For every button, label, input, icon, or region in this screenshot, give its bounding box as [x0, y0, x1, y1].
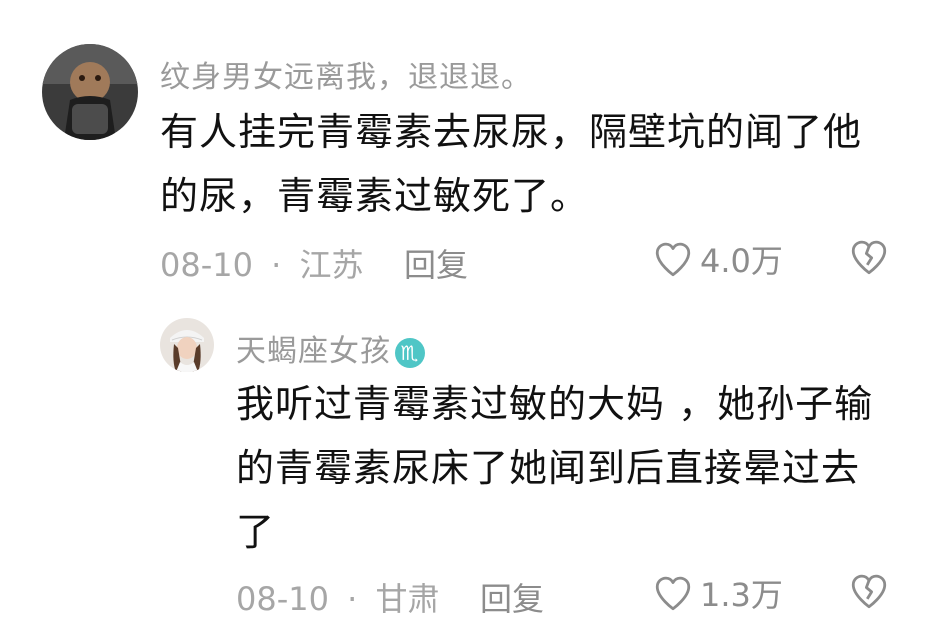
avatar-image: [160, 318, 214, 372]
comment-meta: 08-10 · 江苏: [160, 240, 364, 286]
reply-date: 08-10: [236, 580, 329, 618]
broken-heart-icon: [851, 574, 887, 609]
user-avatar[interactable]: [42, 44, 138, 140]
comment-text-line: 的尿，青霉素过敏死了。: [160, 174, 590, 218]
avatar-image: [42, 44, 138, 140]
heart-outline-icon: [655, 576, 691, 611]
reply-username-text: 天蝎座女孩: [236, 334, 391, 369]
reply-button[interactable]: 回复: [404, 240, 468, 286]
reply-meta: 08-10 · 甘肃: [236, 574, 440, 620]
comment-location: 江苏: [299, 246, 364, 284]
like-count: 4.0万: [700, 242, 783, 280]
reply-text: 我听过青霉素过敏的大妈 ，她孙子输 的青霉素尿床了她闻到后直接晕过去 了: [236, 372, 916, 564]
like-button[interactable]: 4.0万: [652, 236, 783, 282]
dislike-button[interactable]: [848, 236, 890, 278]
broken-heart-icon: [851, 240, 887, 275]
comment-date: 08-10: [160, 246, 253, 284]
heart-outline-icon: [655, 242, 691, 277]
reply-text-line: 的青霉素尿床了她闻到后直接晕过去: [236, 446, 861, 490]
dislike-button[interactable]: [848, 570, 890, 612]
comment-username[interactable]: 纹身男女远离我，退退退。: [160, 52, 532, 96]
meta-separator: ·: [271, 246, 282, 284]
meta-separator: ·: [347, 580, 358, 618]
comment-text-line: 有人挂完青霉素去尿尿，隔壁坑的闻了他: [160, 110, 863, 154]
reply-button[interactable]: 回复: [480, 574, 544, 620]
reply-location: 甘肃: [375, 580, 440, 618]
comment-text: 有人挂完青霉素去尿尿，隔壁坑的闻了他 的尿，青霉素过敏死了。: [160, 100, 900, 228]
reply-text-line: 我听过青霉素过敏的大妈 ，她孙子输: [236, 382, 874, 426]
like-button[interactable]: 1.3万: [652, 570, 783, 616]
reply-user-avatar[interactable]: [160, 318, 214, 372]
scorpio-icon: ♏: [395, 337, 425, 368]
reply-text-line: 了: [236, 510, 276, 554]
like-count: 1.3万: [700, 576, 783, 614]
reply-username[interactable]: 天蝎座女孩 ♏: [236, 326, 425, 370]
